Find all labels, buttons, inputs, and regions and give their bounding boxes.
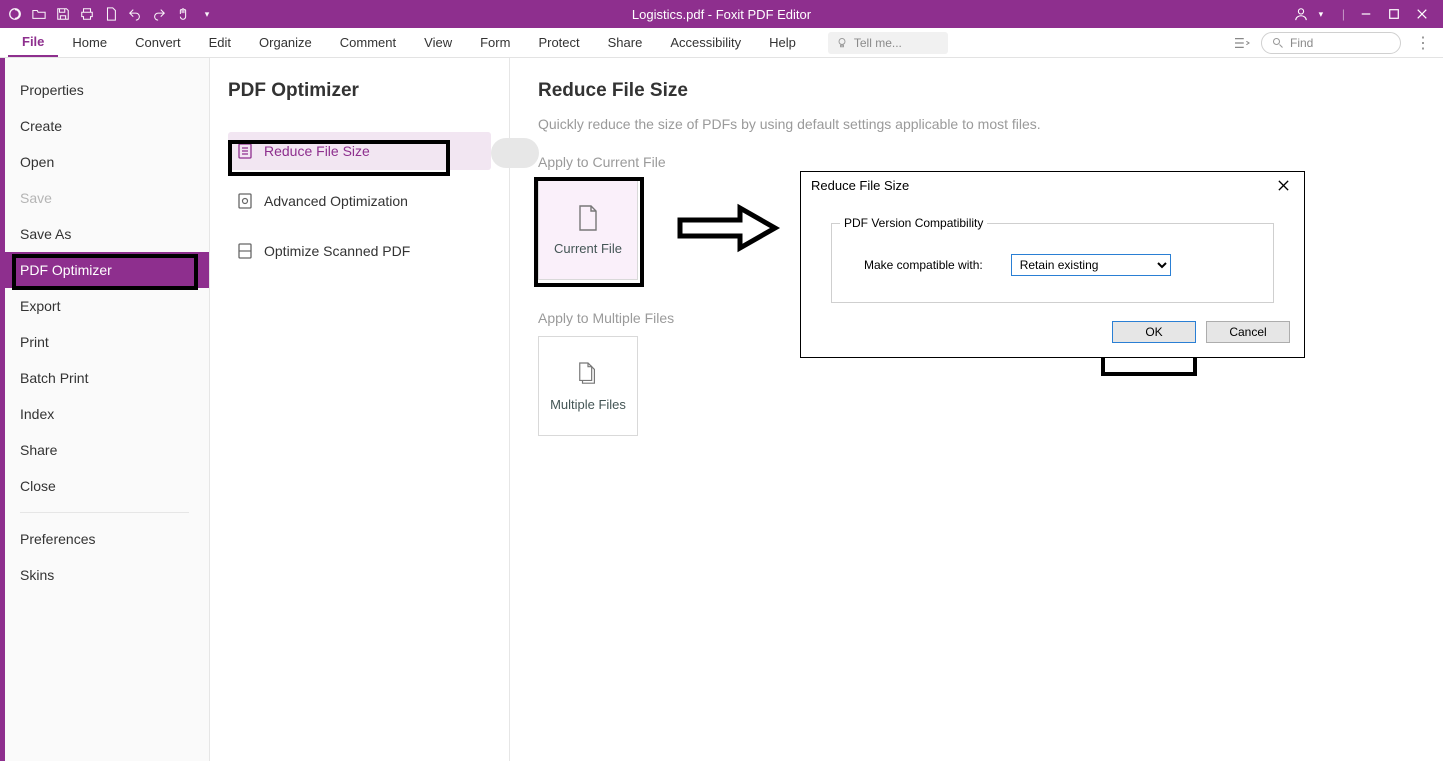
option-label: Advanced Optimization (264, 193, 408, 209)
compatible-with-label: Make compatible with: (864, 258, 983, 272)
tile-current-file[interactable]: Current File (538, 180, 638, 280)
file-item-print[interactable]: Print (0, 324, 209, 360)
file-item-index[interactable]: Index (0, 396, 209, 432)
open-icon[interactable] (32, 7, 46, 21)
user-dropdown-icon[interactable]: ▾ (1314, 7, 1328, 21)
find-placeholder: Find (1290, 36, 1313, 50)
print-icon[interactable] (80, 7, 94, 21)
tab-view[interactable]: View (410, 28, 466, 57)
option-label: Optimize Scanned PDF (264, 243, 410, 259)
dialog-close-button[interactable] (1273, 179, 1294, 192)
annotation-arrow (675, 198, 785, 258)
detail-heading: Reduce File Size (538, 80, 1415, 102)
minimize-icon[interactable] (1359, 7, 1373, 21)
tile-label: Current File (554, 241, 622, 256)
pdf-version-groupbox: PDF Version Compatibility Make compatibl… (831, 223, 1274, 303)
cancel-button[interactable]: Cancel (1206, 321, 1290, 343)
file-item-preferences[interactable]: Preferences (0, 521, 209, 557)
compress-icon (236, 142, 254, 160)
advanced-icon (236, 192, 254, 210)
ribbon-tabs: File Home Convert Edit Organize Comment … (0, 28, 1443, 58)
bulb-icon (836, 37, 848, 49)
overflow-icon[interactable]: ⋮ (1411, 33, 1435, 53)
tab-accessibility[interactable]: Accessibility (656, 28, 755, 57)
window-controls: ▾ | (1294, 7, 1443, 21)
file-item-skins[interactable]: Skins (0, 557, 209, 593)
tab-protect[interactable]: Protect (524, 28, 593, 57)
tell-me-search[interactable]: Tell me... (828, 32, 948, 54)
file-menu-separator (20, 512, 189, 513)
tab-organize[interactable]: Organize (245, 28, 326, 57)
tab-share[interactable]: Share (594, 28, 657, 57)
qat-dropdown-icon[interactable]: ▾ (200, 7, 214, 21)
option-optimize-scanned[interactable]: Optimize Scanned PDF (228, 232, 491, 270)
reduce-file-size-dialog: Reduce File Size PDF Version Compatibili… (800, 171, 1305, 358)
ribbon-options-icon[interactable] (1233, 36, 1251, 50)
app-icon (8, 7, 22, 21)
find-input[interactable]: Find (1261, 32, 1401, 54)
file-menu: Properties Create Open Save Save As PDF … (0, 58, 210, 761)
files-icon (577, 361, 599, 387)
optimizer-heading: PDF Optimizer (228, 80, 491, 102)
tab-form[interactable]: Form (466, 28, 524, 57)
maximize-icon[interactable] (1387, 7, 1401, 21)
groupbox-legend: PDF Version Compatibility (840, 216, 987, 230)
tab-comment[interactable]: Comment (326, 28, 410, 57)
file-item-batch-print[interactable]: Batch Print (0, 360, 209, 396)
section-current-label: Apply to Current File (538, 154, 1415, 170)
option-reduce-file-size[interactable]: Reduce File Size (228, 132, 491, 170)
close-icon[interactable] (1415, 7, 1429, 21)
window-title: Logistics.pdf - Foxit PDF Editor (632, 7, 811, 22)
dialog-title-text: Reduce File Size (811, 178, 909, 193)
file-item-share[interactable]: Share (0, 432, 209, 468)
tile-multiple-files[interactable]: Multiple Files (538, 336, 638, 436)
file-item-pdf-optimizer[interactable]: PDF Optimizer (0, 252, 209, 288)
undo-icon[interactable] (128, 7, 142, 21)
scanner-icon (236, 242, 254, 260)
file-item-create[interactable]: Create (0, 108, 209, 144)
dialog-titlebar: Reduce File Size (801, 172, 1304, 199)
file-icon (577, 205, 599, 231)
hand-icon[interactable] (176, 7, 190, 21)
quick-access-toolbar: ▾ (0, 7, 214, 21)
file-item-properties[interactable]: Properties (0, 72, 209, 108)
option-label: Reduce File Size (264, 143, 370, 159)
tab-file[interactable]: File (8, 28, 58, 57)
titlebar: ▾ Logistics.pdf - Foxit PDF Editor ▾ | (0, 0, 1443, 28)
save-icon[interactable] (56, 7, 70, 21)
optimizer-detail-panel: Reduce File Size Quickly reduce the size… (510, 58, 1443, 761)
user-icon[interactable] (1294, 7, 1308, 21)
tab-convert[interactable]: Convert (121, 28, 195, 57)
detail-description: Quickly reduce the size of PDFs by using… (538, 116, 1415, 132)
search-icon (1272, 37, 1284, 49)
tell-me-placeholder: Tell me... (854, 36, 902, 50)
tab-help[interactable]: Help (755, 28, 810, 57)
optimizer-options-panel: PDF Optimizer Reduce File Size Advanced … (210, 58, 510, 761)
tab-home[interactable]: Home (58, 28, 121, 57)
file-item-save: Save (0, 180, 209, 216)
tile-label: Multiple Files (550, 397, 626, 412)
ok-button[interactable]: OK (1112, 321, 1196, 343)
redo-icon[interactable] (152, 7, 166, 21)
page-icon[interactable] (104, 7, 118, 21)
tab-edit[interactable]: Edit (195, 28, 245, 57)
file-item-close[interactable]: Close (0, 468, 209, 504)
file-item-open[interactable]: Open (0, 144, 209, 180)
backstage-view: Properties Create Open Save Save As PDF … (0, 58, 1443, 761)
option-advanced-optimization[interactable]: Advanced Optimization (228, 182, 491, 220)
file-item-export[interactable]: Export (0, 288, 209, 324)
file-item-save-as[interactable]: Save As (0, 216, 209, 252)
compatible-with-select[interactable]: Retain existing (1011, 254, 1171, 276)
